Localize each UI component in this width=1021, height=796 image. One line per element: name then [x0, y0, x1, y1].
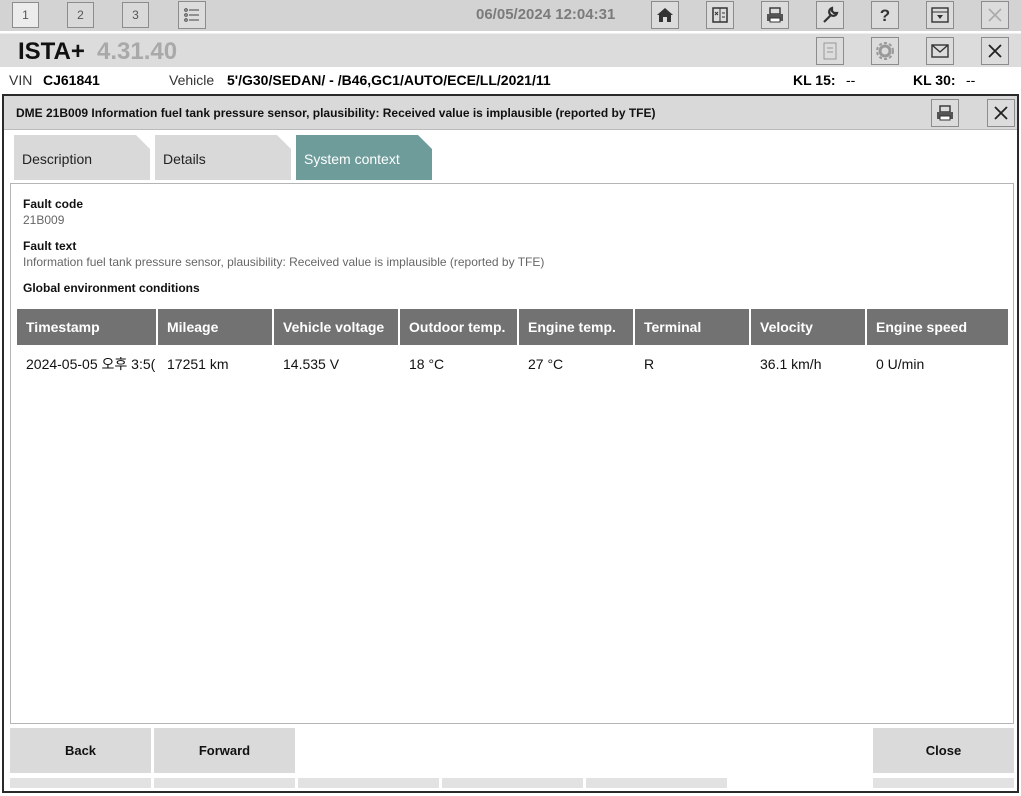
footer-strip: [586, 778, 727, 788]
col-engine-speed: Engine speed: [867, 309, 1008, 345]
forward-button[interactable]: Forward: [154, 728, 295, 773]
help-icon[interactable]: ?: [871, 1, 899, 29]
kl15-value: --: [846, 72, 856, 88]
footer-strip: [298, 778, 439, 788]
col-vehicle-voltage: Vehicle voltage: [274, 309, 398, 345]
col-velocity: Velocity: [751, 309, 865, 345]
cell-timestamp: 2024-05-05 오후 3:5(: [26, 356, 156, 372]
wrench-icon[interactable]: [816, 1, 844, 29]
download-icon[interactable]: [926, 1, 954, 29]
col-mileage: Mileage: [158, 309, 272, 345]
col-terminal: Terminal: [635, 309, 749, 345]
close-dialog-icon[interactable]: [987, 99, 1015, 127]
tab-details[interactable]: Details: [155, 135, 291, 180]
footer-strip: [873, 778, 1014, 788]
fault-detail-dialog: DME 21B009 Information fuel tank pressur…: [2, 94, 1019, 793]
vehicle-label: Vehicle: [169, 72, 215, 88]
svg-text:?: ?: [880, 6, 890, 25]
gear-icon[interactable]: [871, 37, 899, 65]
top-toolbar: 1 2 3 06/05/2024 12:04:31 ?: [0, 0, 1021, 31]
session-tab-3[interactable]: 3: [122, 2, 149, 28]
document-icon[interactable]: [816, 37, 844, 65]
app-name: ISTA+: [18, 38, 85, 65]
table-row[interactable]: 2024-05-05 오후 3:5( 17251 km 14.535 V 18 …: [17, 345, 1008, 383]
global-conditions-label: Global environment conditions: [23, 281, 200, 295]
cell-terminal: R: [644, 356, 655, 372]
kl15-label: KL 15:: [793, 72, 836, 88]
vin-value: CJ61841: [43, 72, 100, 88]
cell-vehicle-voltage: 14.535 V: [283, 356, 340, 372]
vehicle-compare-icon[interactable]: [706, 1, 734, 29]
app-version: 4.31.40: [97, 38, 178, 65]
print-icon[interactable]: [931, 99, 959, 127]
fault-text-value: Information fuel tank pressure sensor, p…: [23, 255, 545, 269]
datetime-display: 06/05/2024 12:04:31: [476, 6, 616, 23]
app-title-bar: ISTA+ 4.31.40: [0, 33, 1021, 67]
cell-engine-temp: 27 °C: [528, 356, 564, 372]
vehicle-value: 5'/G30/SEDAN/ - /B46,GC1/AUTO/ECE/LL/202…: [227, 72, 551, 88]
col-timestamp: Timestamp: [17, 309, 156, 345]
cell-engine-speed: 0 U/min: [876, 356, 925, 372]
fault-code-value: 21B009: [23, 213, 65, 227]
footer-strip: [154, 778, 295, 788]
mail-icon[interactable]: [926, 37, 954, 65]
list-icon[interactable]: [178, 1, 206, 29]
fault-text-label: Fault text: [23, 239, 77, 253]
table-header-row: Timestamp Mileage Vehicle voltage Outdoo…: [17, 309, 1008, 345]
footer-strip: [442, 778, 583, 788]
back-button[interactable]: Back: [10, 728, 151, 773]
close-button[interactable]: Close: [873, 728, 1014, 773]
vehicle-info-bar: VIN CJ61841 Vehicle 5'/G30/SEDAN/ - /B46…: [0, 68, 1021, 92]
col-engine-temp: Engine temp.: [519, 309, 633, 345]
kl30-label: KL 30:: [913, 72, 956, 88]
footer-strip: [10, 778, 151, 788]
session-tab-1[interactable]: 1: [12, 2, 39, 28]
system-context-panel: Fault code 21B009 Fault text Information…: [10, 183, 1014, 724]
close-app-icon[interactable]: [981, 37, 1009, 65]
fault-code-label: Fault code: [23, 197, 84, 211]
environment-table: Timestamp Mileage Vehicle voltage Outdoo…: [15, 309, 1010, 383]
print-icon[interactable]: [761, 1, 789, 29]
cell-outdoor-temp: 18 °C: [409, 356, 445, 372]
cell-mileage: 17251 km: [167, 356, 229, 372]
col-outdoor-temp: Outdoor temp.: [400, 309, 517, 345]
vin-label: VIN: [9, 72, 33, 88]
tab-system-context[interactable]: System context: [296, 135, 432, 180]
kl30-value: --: [966, 72, 976, 88]
cell-velocity: 36.1 km/h: [760, 356, 822, 372]
home-icon[interactable]: [651, 1, 679, 29]
dialog-title: DME 21B009 Information fuel tank pressur…: [16, 106, 656, 120]
tab-description[interactable]: Description: [14, 135, 150, 180]
session-tab-2[interactable]: 2: [67, 2, 94, 28]
close-icon[interactable]: [981, 1, 1009, 29]
dialog-header: DME 21B009 Information fuel tank pressur…: [4, 96, 1017, 130]
